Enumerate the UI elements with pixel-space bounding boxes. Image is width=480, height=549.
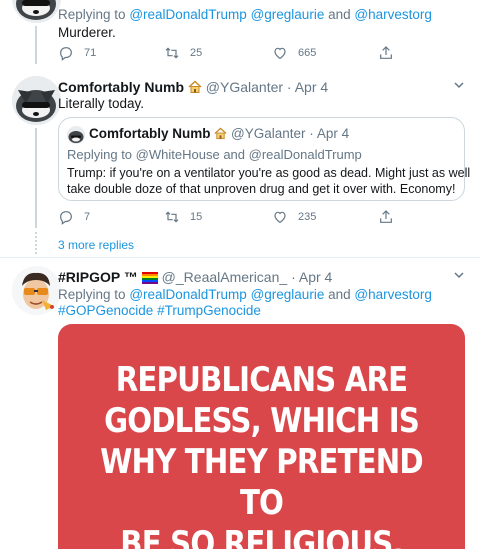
retweet-button[interactable]: 15: [164, 209, 202, 225]
house-emoji-icon: [214, 127, 227, 145]
image-text-line: BE SO RELIGIOUS.: [120, 524, 403, 549]
mention-link[interactable]: @greglaurie: [251, 7, 325, 22]
house-emoji-icon: [188, 80, 202, 98]
user-handle: @YGalanter: [231, 126, 306, 141]
mention-link[interactable]: @realDonaldTrump: [129, 287, 247, 302]
reply-button[interactable]: 7: [58, 209, 90, 225]
chevron-down-icon[interactable]: [450, 266, 468, 284]
tweet-date[interactable]: Apr 4: [295, 79, 328, 95]
separator-dot: ·: [291, 269, 296, 285]
tweet-date: Apr 4: [316, 126, 350, 141]
quoted-tweet-text: take double doze of that unproven drug a…: [67, 182, 456, 196]
user-handle[interactable]: @YGalanter: [206, 79, 283, 95]
reply-icon: [60, 47, 72, 61]
like-button[interactable]: 235: [272, 209, 316, 225]
avatar[interactable]: [12, 266, 61, 315]
retweet-icon: [165, 47, 179, 59]
thread-connector: [35, 128, 37, 228]
avatar[interactable]: [12, 0, 61, 23]
mention-link[interactable]: @harvestorg: [354, 287, 432, 302]
hashtag-link[interactable]: #TrumpGenocide: [157, 303, 261, 318]
reply-count: 71: [84, 47, 97, 59]
image-caption: REPUBLICANS ARE GODLESS, WHICH IS WHY TH…: [86, 360, 436, 549]
share-button[interactable]: [378, 45, 394, 61]
replying-to: Replying to @realDonaldTrump @greglaurie…: [58, 7, 432, 22]
reply-button[interactable]: 71: [58, 45, 96, 61]
separator-dot: ·: [309, 126, 314, 141]
tweet-date[interactable]: Apr 4: [299, 269, 332, 285]
like-count: 665: [298, 47, 317, 59]
image-text-line: REPUBLICANS ARE: [115, 360, 408, 400]
quoted-tweet-header: Comfortably Numb @YGalanter · Apr 4: [89, 125, 349, 145]
mention-link[interactable]: @harvestorg: [354, 7, 432, 22]
heart-icon: [274, 47, 286, 60]
avatar: [67, 126, 85, 144]
display-name[interactable]: #RIPGOP ™: [58, 269, 138, 285]
retweet-icon: [165, 211, 179, 223]
hashtag-link[interactable]: #GOPGenocide: [58, 303, 153, 318]
tweet-actions: 7 15 235: [58, 209, 418, 229]
like-count: 235: [298, 211, 317, 223]
tweet-header: #RIPGOP ™ @_ReaalAmerican_ · Apr 4: [58, 268, 332, 288]
retweet-count: 25: [190, 47, 203, 59]
quoted-tweet-text: Trump: if you're on a ventilator you're …: [67, 166, 471, 180]
separator-dot: ·: [286, 79, 292, 95]
retweet-button[interactable]: 25: [164, 45, 202, 61]
mention-link[interactable]: @greglaurie: [251, 287, 325, 302]
mention-link[interactable]: @realDonaldTrump: [129, 7, 247, 22]
like-button[interactable]: 665: [272, 45, 316, 61]
share-icon: [380, 210, 392, 223]
share-button[interactable]: [378, 209, 394, 225]
heart-icon: [274, 211, 286, 224]
tweet-text: Literally today.: [58, 96, 145, 111]
chevron-down-icon[interactable]: [450, 76, 468, 94]
user-handle[interactable]: @_ReaalAmerican_: [162, 269, 288, 285]
retweet-count: 15: [190, 211, 203, 223]
tweet-text: #GOPGenocide #TrumpGenocide: [58, 302, 261, 320]
avatar[interactable]: [12, 76, 61, 125]
image-text-line: WHY THEY PRETEND TO: [100, 442, 424, 523]
tweet-actions: 71 25 665: [58, 45, 418, 65]
reply-count: 7: [84, 211, 91, 223]
reply-icon: [60, 211, 72, 225]
quoted-tweet[interactable]: Comfortably Numb @YGalanter · Apr 4 Repl…: [58, 117, 470, 201]
tweet-1[interactable]: Replying to @realDonaldTrump @greglaurie…: [0, 0, 480, 64]
image-text-line: GODLESS, WHICH IS: [104, 401, 420, 441]
thread-connector-dotted: [35, 232, 37, 254]
display-name: Comfortably Numb: [89, 126, 211, 141]
display-name[interactable]: Comfortably Numb: [58, 79, 184, 95]
show-more-replies-link[interactable]: 3 more replies: [58, 238, 134, 252]
replying-to: Replying to @WhiteHouse and @realDonaldT…: [67, 147, 362, 162]
thread-connector: [35, 26, 37, 64]
tweet-text: Murderer.: [58, 25, 116, 40]
tweet-image[interactable]: REPUBLICANS ARE GODLESS, WHICH IS WHY TH…: [58, 324, 465, 549]
share-icon: [380, 46, 392, 59]
